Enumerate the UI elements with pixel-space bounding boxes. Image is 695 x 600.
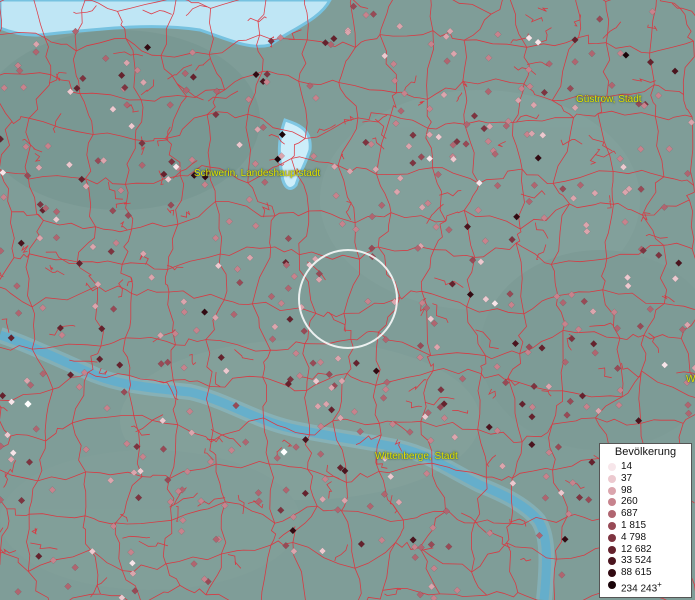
legend-swatch [608,463,616,471]
map-view[interactable]: Schwerin, Landeshauptstadt Güstrow, Stad… [0,0,695,600]
city-label-wittenberge[interactable]: Wittenberge, Stadt [375,451,458,462]
legend-label: 687 [621,508,638,520]
legend-label: 1 815 [621,519,647,531]
legend-label: 37 [621,472,633,484]
legend-swatch [608,545,616,554]
legend-item: 12 682 [600,544,691,556]
legend-item: 37 [600,473,691,485]
legend-swatch [608,498,616,507]
legend-rows: 14 37 98 260 687 1 815 4 798 12 682 33 524 88 615… [600,461,691,595]
legend-swatch [608,486,616,495]
legend-swatch [608,557,616,566]
legend-item: 98 [600,485,691,497]
legend-label: 234 243+ [621,579,662,595]
legend-item: 88 615 [600,567,691,579]
legend-label: 12 682 [621,543,652,555]
city-label-schwerin[interactable]: Schwerin, Landeshauptstadt [194,168,320,179]
legend-label: 4 798 [621,531,647,543]
legend-item: 234 243+ [600,579,691,595]
legend-item: 14 [600,461,691,473]
legend-item: 4 798 [600,532,691,544]
legend-suffix: + [657,579,662,589]
city-label-partial-edge: W [686,374,695,385]
zoom-lens-ring[interactable] [298,249,398,349]
legend-label: 33 524 [621,555,652,567]
legend-item: 33 524 [600,555,691,567]
city-label-guestrow[interactable]: Güstrow, Stadt [576,94,642,105]
legend-label: 88 615 [621,567,652,579]
legend-swatch [608,510,616,519]
legend-item: 260 [600,496,691,508]
population-legend: Bevölkerung 14 37 98 260 687 1 815 4 798 12 682… [599,443,692,598]
legend-item: 687 [600,508,691,520]
legend-item: 1 815 [600,520,691,532]
legend-swatch [608,533,616,542]
legend-swatch [608,521,616,530]
legend-title: Bevölkerung [614,446,677,458]
legend-label: 14 [621,461,633,472]
legend-swatch [608,474,616,483]
legend-swatch [608,580,616,589]
legend-label: 260 [621,496,638,508]
legend-label: 98 [621,484,633,496]
legend-swatch [608,569,616,578]
